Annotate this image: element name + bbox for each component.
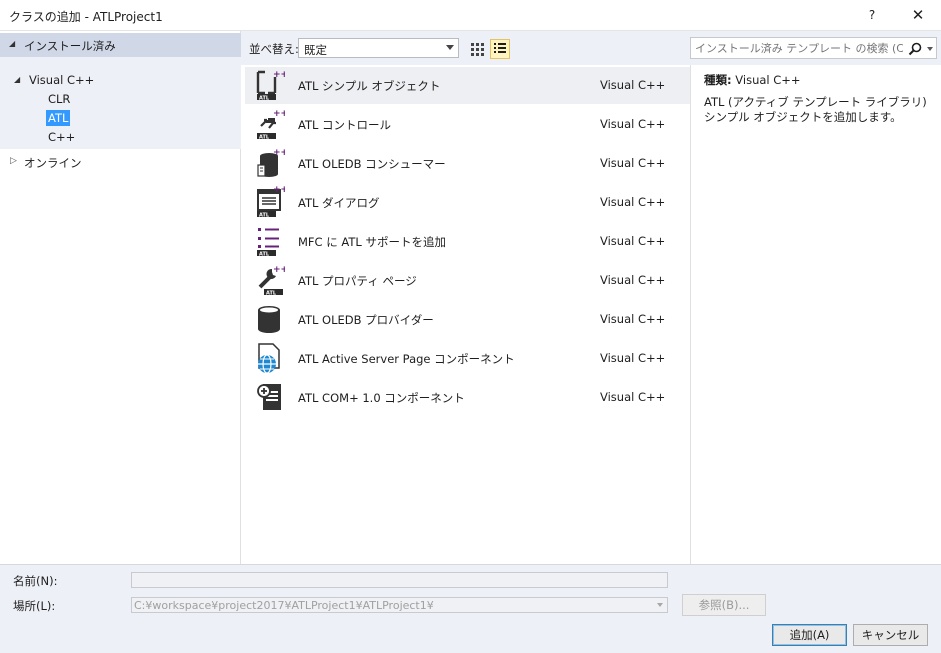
location-combo [131, 597, 668, 613]
template-language: Visual C++ [600, 195, 666, 209]
tree-node-visual-cpp[interactable]: Visual C++ [29, 73, 94, 87]
template-row-atl-complus-component[interactable]: ATL COM+ 1.0 コンポーネント Visual C++ [245, 379, 690, 416]
tree-node-installed-label: インストール済み [24, 39, 116, 53]
chevron-down-icon [446, 45, 454, 50]
tree-installed-children: ◢ Visual C++ CLR ATL C++ [0, 57, 241, 149]
template-language: Visual C++ [600, 78, 666, 92]
mfc-atl-support-icon: ATL [257, 228, 279, 258]
template-row-atl-control[interactable]: ++ ATL ATL コントロール Visual C++ [245, 106, 690, 143]
template-name: ATL Active Server Page コンポーネント [298, 352, 515, 366]
template-name: ATL COM+ 1.0 コンポーネント [298, 391, 465, 405]
help-button[interactable]: ? [858, 1, 886, 29]
svg-text:++: ++ [273, 109, 285, 119]
template-row-atl-dialog[interactable]: ++ ATL ATL ダイアログ Visual C++ [245, 184, 690, 221]
atl-dialog-icon: ++ ATL [257, 186, 285, 219]
template-row-mfc-atl-support[interactable]: ATL MFC に ATL サポートを追加 Visual C++ [245, 223, 690, 260]
template-name: ATL OLEDB コンシューマー [298, 157, 446, 171]
template-name: ATL シンプル オブジェクト [298, 79, 441, 93]
template-row-atl-simple-object[interactable]: ++ ATL ATL シンプル オブジェクト Visual C++ [245, 67, 690, 104]
collapsed-arrow-icon[interactable]: ▷ [10, 156, 17, 166]
search-input[interactable] [695, 41, 903, 55]
template-language: Visual C++ [600, 234, 666, 248]
atl-simple-object-icon: ++ ATL [256, 70, 285, 102]
cancel-button[interactable]: キャンセル [853, 624, 928, 646]
template-detail-pane: 種類: Visual C++ ATL (アクティブ テンプレート ライブラリ) … [690, 65, 941, 564]
close-button[interactable]: ✕ [904, 1, 932, 29]
atl-complus-component-icon [257, 384, 281, 410]
svg-text:++: ++ [273, 265, 285, 275]
name-field [131, 572, 668, 588]
atl-oledb-provider-icon [258, 306, 280, 333]
template-search[interactable] [690, 37, 937, 59]
add-button[interactable]: 追加(A) [772, 624, 847, 646]
template-row-atl-property-page[interactable]: ++ ATL ATL プロパティ ページ Visual C++ [245, 262, 690, 299]
template-name: ATL プロパティ ページ [298, 274, 417, 288]
template-language: Visual C++ [600, 273, 666, 287]
tree-node-online[interactable]: ▷ オンライン [0, 153, 241, 173]
name-label: 名前(N): [13, 574, 58, 588]
title-bar: クラスの追加 - ATLProject1 ? ✕ [0, 0, 941, 31]
sort-value: 既定 [304, 43, 327, 57]
location-input[interactable] [132, 598, 667, 613]
svg-text:ATL: ATL [259, 252, 270, 258]
svg-text:++: ++ [273, 70, 285, 80]
chevron-down-icon [657, 603, 663, 607]
template-language: Visual C++ [600, 312, 666, 326]
tree-node-online-label: オンライン [24, 156, 82, 170]
template-name: ATL ダイアログ [298, 196, 380, 210]
template-language: Visual C++ [600, 117, 666, 131]
atl-control-icon: ++ ATL [257, 109, 285, 141]
browse-button[interactable]: 参照(B)... [682, 594, 766, 616]
template-name: MFC に ATL サポートを追加 [298, 235, 446, 249]
template-language: Visual C++ [600, 390, 666, 404]
expanded-arrow-icon[interactable]: ◢ [14, 75, 20, 84]
sort-label: 並べ替え: [249, 42, 299, 56]
template-description: ATL (アクティブ テンプレート ライブラリ) シンプル オブジェクトを追加し… [704, 95, 927, 124]
add-class-form: 名前(N): 場所(L): 参照(B)... 追加(A) キャンセル [0, 564, 941, 653]
search-icon[interactable] [907, 41, 923, 57]
template-toolbar: 並べ替え: 既定 [241, 31, 941, 65]
tree-node-installed[interactable]: ◢ インストール済み [0, 33, 241, 57]
template-type: 種類: Visual C++ [704, 72, 801, 88]
type-key: 種類: [704, 73, 732, 87]
type-value: Visual C++ [735, 73, 801, 87]
svg-text:ATL: ATL [259, 213, 270, 219]
tree-node-cpp[interactable]: C++ [48, 130, 75, 144]
grid-view-icon [471, 43, 484, 56]
template-language: Visual C++ [600, 156, 666, 170]
svg-text:ATL: ATL [266, 291, 277, 297]
location-label: 場所(L): [13, 599, 56, 613]
list-view-button[interactable] [490, 39, 510, 59]
list-view-icon [494, 43, 506, 53]
template-row-atl-asp-component[interactable]: ATL Active Server Page コンポーネント Visual C+… [245, 340, 690, 377]
atl-asp-component-icon [258, 343, 280, 374]
atl-oledb-consumer-icon: ++ [257, 148, 285, 177]
svg-text:++: ++ [273, 148, 285, 158]
atl-property-page-icon: ++ ATL [258, 265, 285, 297]
tree-node-clr[interactable]: CLR [48, 92, 70, 106]
tree-node-atl[interactable]: ATL [46, 110, 71, 126]
svg-text:ATL: ATL [259, 135, 270, 141]
expanded-arrow-icon[interactable]: ◢ [9, 39, 15, 48]
template-language: Visual C++ [600, 351, 666, 365]
template-row-atl-oledb-consumer[interactable]: ++ ATL OLEDB コンシューマー Visual C++ [245, 145, 690, 182]
grid-view-button[interactable] [467, 39, 487, 59]
template-name: ATL OLEDB プロバイダー [298, 313, 434, 327]
template-tree: ◢ インストール済み ◢ Visual C++ CLR ATL C++ ▷ オン… [0, 31, 241, 564]
search-options-chevron-icon[interactable] [927, 47, 933, 51]
svg-text:ATL: ATL [259, 96, 270, 102]
sort-dropdown[interactable]: 既定 [298, 38, 459, 58]
template-row-atl-oledb-provider[interactable]: ATL OLEDB プロバイダー Visual C++ [245, 301, 690, 338]
svg-text:++: ++ [273, 186, 285, 195]
name-input[interactable] [132, 573, 667, 588]
window-title: クラスの追加 - ATLProject1 [9, 10, 163, 24]
template-name: ATL コントロール [298, 118, 392, 132]
template-list: ++ ATL ATL シンプル オブジェクト Visual C++ ++ ATL… [245, 65, 690, 564]
